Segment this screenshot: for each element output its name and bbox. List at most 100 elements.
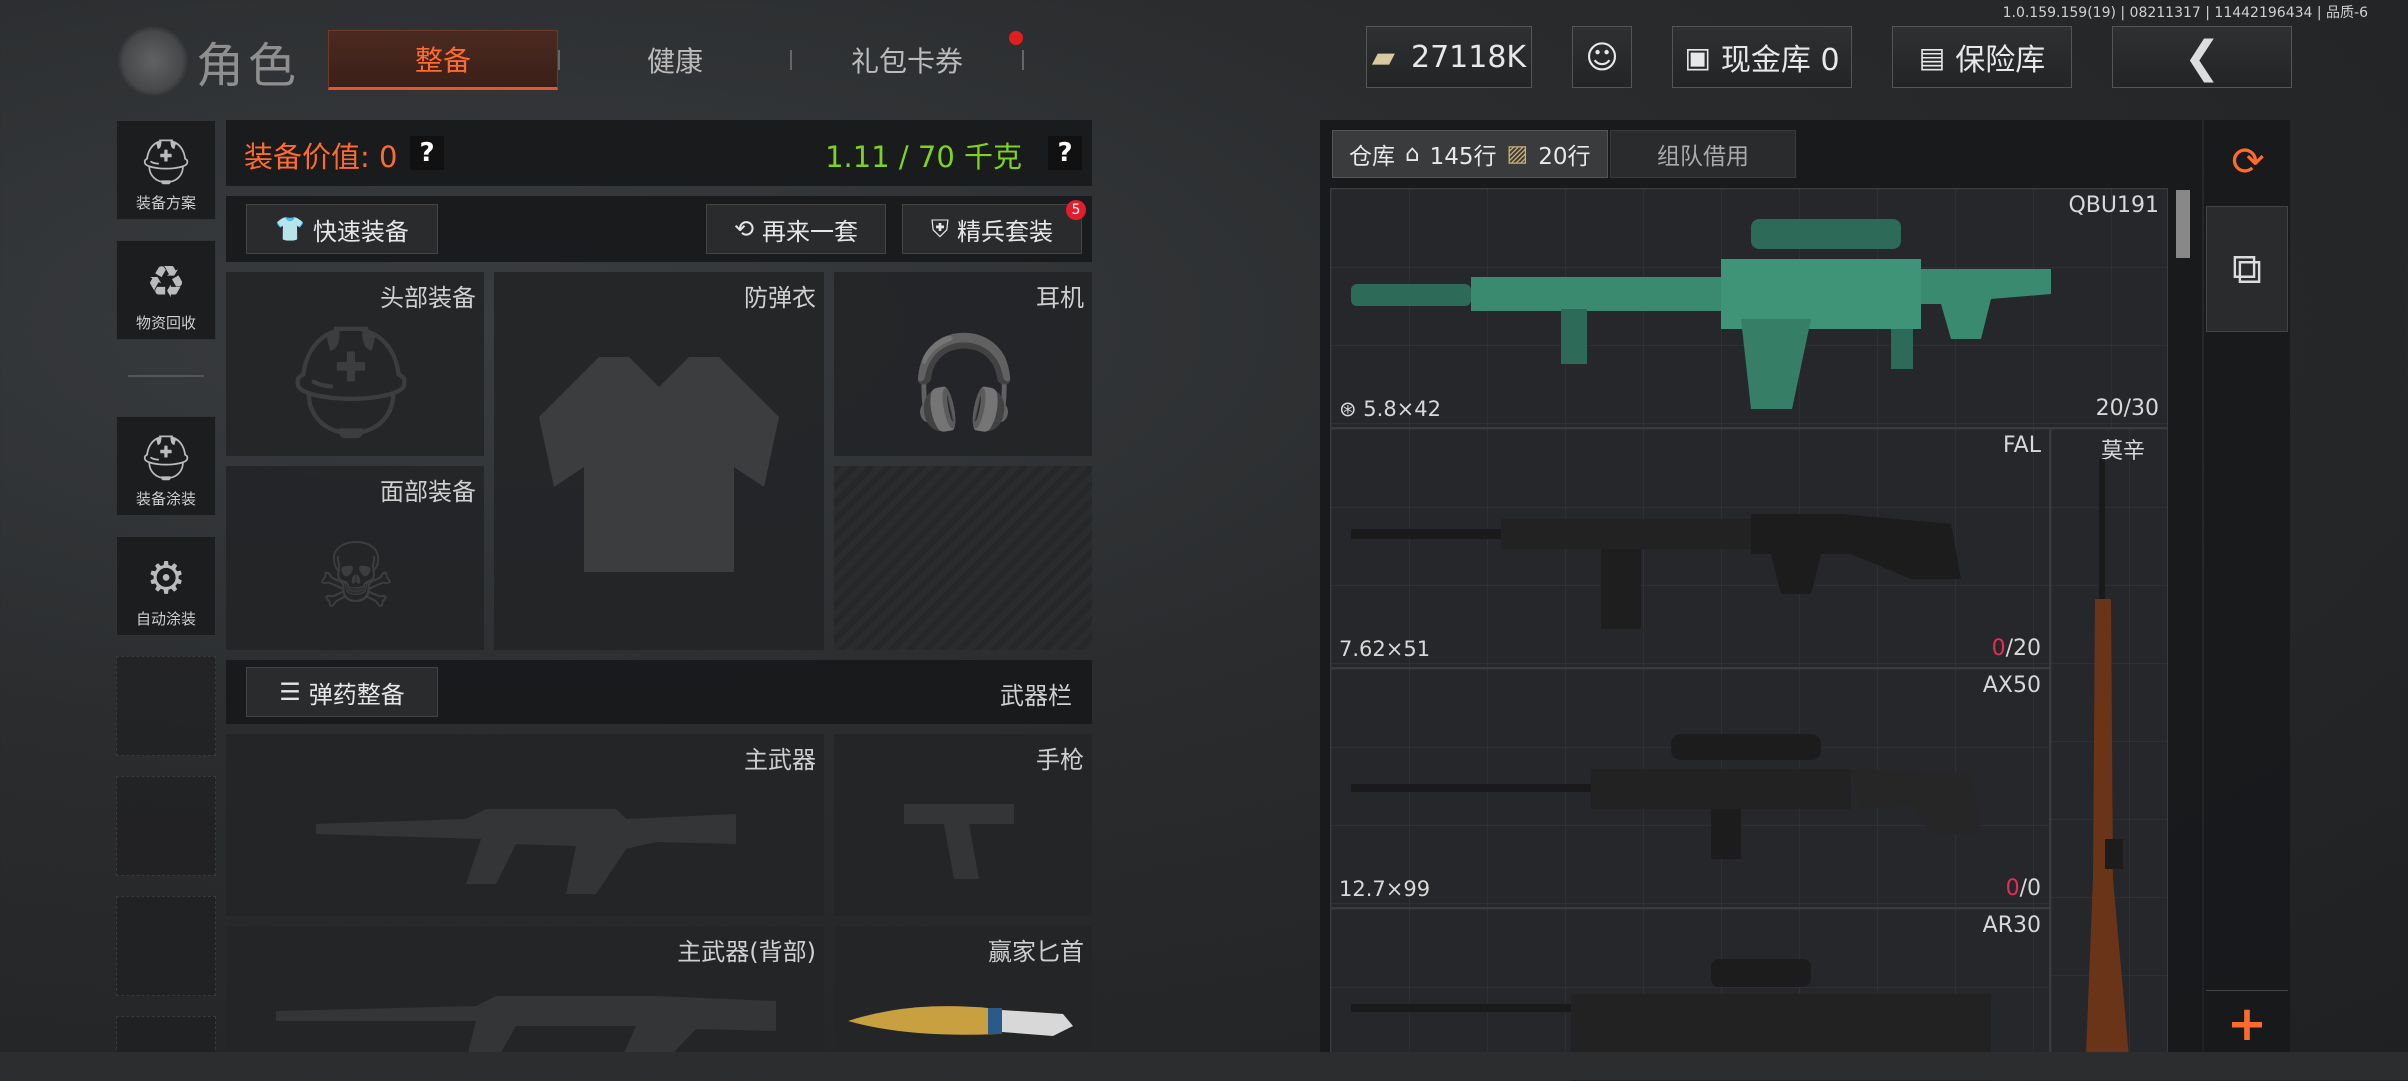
item-count: 0/0 [2006,876,2041,901]
version-info: 1.0.159.159(19) | 08211317 | 11442196434… [2002,5,2368,21]
auto-skin-button[interactable]: ⚙ 自动涂装 [116,536,216,636]
equipment-plan-button[interactable]: ⛑ 装备方案 [116,120,216,220]
add-icon[interactable]: + [2206,990,2288,1056]
item-name: AR30 [1982,913,2041,938]
pistol-label: 手枪 [1036,746,1084,774]
value-help-icon[interactable]: ? [410,136,444,170]
tab-prepare[interactable]: 整备 [328,30,558,90]
item-ammo-text: 5.8×42 [1363,397,1441,421]
equip-again-label: 再来一套 [762,217,859,246]
shirt-icon: 👕 [275,215,305,243]
bottom-bar [0,1052,2408,1080]
primary-weapon-back-label: 主武器(背部) [677,938,816,966]
character-emblem-icon [118,26,188,96]
recycle-icon: ♻ [146,257,186,308]
item-name: AX50 [1982,673,2041,698]
stack-download-icon[interactable]: ⧉ [2206,206,2288,332]
brush-gear-icon: ⚙ [146,553,186,604]
helmet-plan-icon: ⛑ [138,137,194,188]
warehouse-item-qbu191[interactable]: QBU191 ⊛ 5.8×42 20/30 [1330,188,2168,428]
currency-display[interactable]: ▰ 27118K [1366,26,1532,88]
equip-again-button[interactable]: ⟲ 再来一套 [706,204,886,254]
cash-vault-button[interactable]: ▣ 现金库 0 [1672,26,1852,88]
primary-weapon-slot[interactable]: 主武器 [226,734,824,916]
warehouse-rows-extra: 20行 [1538,144,1591,170]
elite-kit-button[interactable]: ⛨ 精兵套装 [902,204,1082,254]
weight-indicator: 1.11 / 70 千克 [825,140,1022,174]
ammo-bar: ☰ 弹药整备 武器栏 [226,660,1092,724]
operator-icon: ☺ [1585,38,1619,76]
item-name: FAL [2003,433,2041,458]
sidebar-item-label: 装备涂装 [135,490,196,508]
shield-icon: ⛨ [931,215,949,243]
team-borrow-tab[interactable]: 组队借用 [1610,130,1796,178]
helmet-icon: ⛑ [281,317,421,446]
safe-icon: ▤ [1918,40,1946,74]
tab-gift-coupons[interactable]: 礼包卡券 [792,30,1022,90]
home-icon: ⌂ [1405,141,1420,167]
knife-icon [848,1006,1073,1036]
back-arrow-icon: ❮ [2183,31,2221,83]
item-count-max: /20 [2005,636,2041,661]
mosin-rifle-image [2085,459,2131,1079]
head-gear-slot[interactable]: 头部装备 ⛑ [226,272,484,456]
equip-actions-bar: 👕 快速装备 ⟲ 再来一套 ⛨ 精兵套装 5 [226,196,1092,262]
fal-rifle-image [1351,514,1961,629]
equipment-value-label: 装备价值: 0 [244,140,398,174]
elite-badge: 5 [1066,200,1086,220]
primary-weapon-label: 主武器 [744,746,816,774]
warehouse-item-ax50[interactable]: AX50 12.7×99 0/0 [1330,668,2050,908]
empty-sidebar-slot [116,896,216,996]
item-name: QBU191 [2068,193,2159,218]
item-count: 0/20 [1992,636,2041,661]
sidebar-divider [128,375,204,377]
sidebar-item-label: 装备方案 [135,194,196,212]
back-button[interactable]: ❮ [2112,26,2292,88]
item-count-max: /0 [2019,876,2041,901]
equipment-skin-button[interactable]: ⛑ 装备涂装 [116,416,216,516]
safe-box-button[interactable]: ▤ 保险库 [1892,26,2072,88]
cash-vault-label: 现金库 0 [1720,43,1840,78]
locked-slot [834,466,1092,650]
equipment-value-bar: 装备价值: 0 ? 1.11 / 70 千克 ? [226,120,1092,186]
ammo-prep-button[interactable]: ☰ 弹药整备 [246,667,438,717]
body-armor-slot[interactable]: 防弹衣 [494,272,824,650]
money-icon: ▰ [1371,39,1395,75]
operator-button[interactable]: ☺ [1572,26,1632,88]
currency-amount: 27118K [1410,39,1527,75]
headset-label: 耳机 [1036,284,1084,312]
qbu191-rifle-image [1351,219,2051,409]
skin-icon: ⛑ [138,433,194,484]
warehouse-rows: 145行 [1429,144,1497,170]
item-ammo: 7.62×51 [1339,637,1431,661]
supply-recycle-button[interactable]: ♻ 物资回收 [116,240,216,340]
weight-help-icon[interactable]: ? [1048,136,1082,170]
ax50-rifle-image [1351,734,1981,859]
warehouse-item-mosin[interactable]: 莫辛 [2050,428,2168,1080]
warehouse-scrollbar[interactable] [2176,190,2190,258]
quick-equip-button[interactable]: 👕 快速装备 [246,204,438,254]
warehouse-tab-label: 仓库 [1349,144,1395,170]
gas-mask-icon: ☠ [315,523,397,629]
vest-icon [539,357,779,572]
pistol-slot[interactable]: 手枪 [834,734,1092,916]
item-ammo: 12.7×99 [1339,877,1431,901]
item-count: 20/30 [2095,396,2159,421]
face-gear-slot[interactable]: 面部装备 ☠ [226,466,484,650]
stack-refresh-icon[interactable]: ⟳ [2210,124,2286,200]
headset-icon: 🎧 [907,329,1021,435]
headset-slot[interactable]: 耳机 🎧 [834,272,1092,456]
body-armor-label: 防弹衣 [744,284,816,312]
head-gear-label: 头部装备 [380,284,476,312]
item-ammo: ⊛ 5.8×42 [1339,397,1441,421]
warehouse-tab[interactable]: 仓库 ⌂ 145行 ▨ 20行 [1332,130,1608,178]
weapon-bar-label: 武器栏 [1000,682,1072,710]
refresh-icon: ⟲ [733,215,755,243]
item-count-current: 0 [1991,636,2006,661]
tab-health[interactable]: 健康 [560,30,790,90]
ammo-icon: ☰ [279,678,301,706]
sidebar-item-label: 物资回收 [135,314,196,332]
item-count-current: 0 [2005,876,2020,901]
box-icon: ▨ [1506,141,1529,167]
warehouse-item-fal[interactable]: FAL 7.62×51 0/20 [1330,428,2050,668]
